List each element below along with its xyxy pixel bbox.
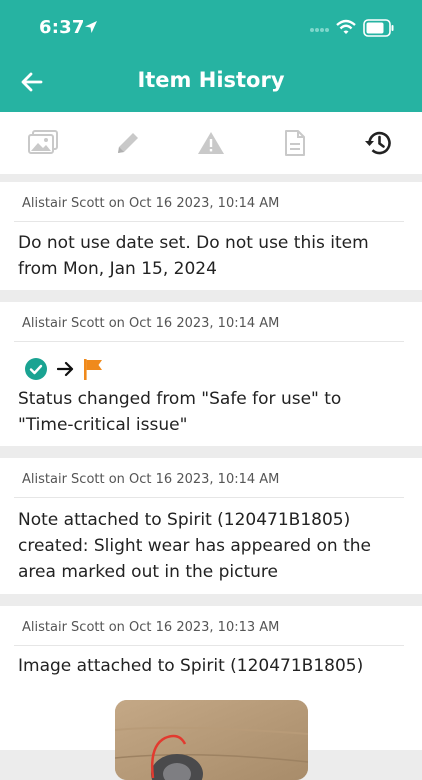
- tab-edit[interactable]: [112, 128, 144, 158]
- status-bar: 6:37: [0, 0, 422, 56]
- entry-meta: Alistair Scott on Oct 16 2023, 10:13 AM: [22, 620, 280, 635]
- entry-text: Do not use date set. Do not use this ite…: [18, 233, 369, 279]
- arrow-right-icon: [57, 361, 74, 377]
- entry-meta: Alistair Scott on Oct 16 2023, 10:14 AM: [22, 472, 280, 487]
- warning-icon: [198, 132, 224, 154]
- entry-text: Status changed from "Safe for use" to "T…: [18, 389, 342, 435]
- history-entry: Alistair Scott on Oct 16 2023, 10:14 AM …: [0, 458, 422, 594]
- status-time: 6:37: [39, 17, 85, 38]
- entry-meta: Alistair Scott on Oct 16 2023, 10:14 AM: [22, 316, 280, 331]
- document-icon: [285, 130, 305, 156]
- history-icon: [365, 131, 391, 155]
- location-arrow-icon: [85, 21, 97, 33]
- wifi-icon: [336, 19, 356, 34]
- check-circle-icon: [25, 358, 47, 380]
- tab-issues[interactable]: [195, 128, 227, 158]
- tab-documents[interactable]: [279, 128, 311, 158]
- battery-icon: [363, 19, 394, 37]
- app-header: 6:37 Item History: [0, 0, 422, 112]
- divider: [14, 497, 404, 498]
- item-toolbar: [0, 112, 422, 174]
- divider: [14, 221, 404, 222]
- history-entry: Alistair Scott on Oct 16 2023, 10:14 AM …: [0, 182, 422, 290]
- images-icon: [28, 130, 58, 154]
- tab-images[interactable]: [27, 128, 59, 158]
- entry-text: Note attached to Spirit (120471B1805) cr…: [18, 510, 372, 582]
- entry-text: Image attached to Spirit (120471B1805): [18, 656, 364, 676]
- attached-image-thumbnail[interactable]: [115, 700, 308, 780]
- divider: [14, 341, 404, 342]
- divider: [14, 645, 404, 646]
- attached-photo: [115, 700, 308, 780]
- entry-meta: Alistair Scott on Oct 16 2023, 10:14 AM: [22, 196, 280, 211]
- flag-icon: [84, 359, 102, 380]
- history-entry: Alistair Scott on Oct 16 2023, 10:13 AM …: [0, 606, 422, 780]
- status-change-icons: [24, 356, 124, 382]
- history-entry: Alistair Scott on Oct 16 2023, 10:14 AM …: [0, 302, 422, 446]
- page-title: Item History: [137, 68, 285, 92]
- cellular-signal-icon: [310, 28, 329, 32]
- pencil-icon: [118, 133, 138, 153]
- tab-history[interactable]: [362, 128, 394, 158]
